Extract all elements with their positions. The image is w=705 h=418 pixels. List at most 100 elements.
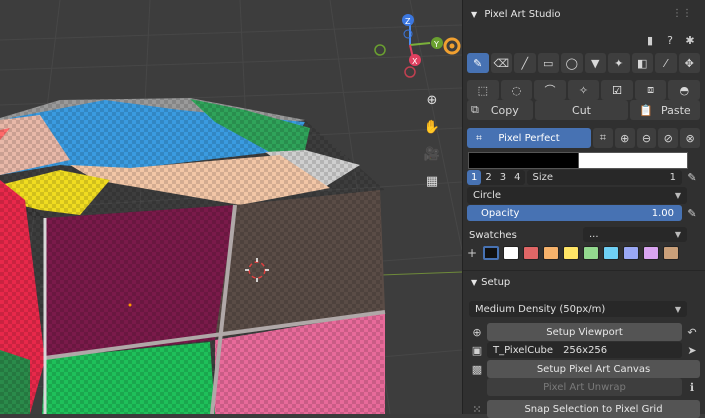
snap-grid-icon: ⁙ (472, 402, 482, 416)
color-swatch[interactable] (583, 246, 599, 260)
paste-button[interactable]: 📋 Paste (630, 100, 700, 120)
invert-select-icon[interactable]: ⧈ (634, 80, 667, 100)
setup-viewport-button[interactable]: Setup Viewport (487, 323, 682, 341)
opacity-row: Opacity 1.00 ✎ (467, 205, 700, 222)
unwrap-row: Pixel Art Unwrap ℹ (469, 378, 700, 396)
pixel-perfect-row: ⌗ Pixel Perfect ⌗ ⊕ ⊖ ⊘ ⊗ (467, 128, 700, 148)
color-swatch[interactable] (663, 246, 679, 260)
cube-left-face (0, 180, 45, 414)
select-all-checkbox[interactable]: ☑ (601, 80, 633, 100)
bucket-fill-icon[interactable]: ▼ (584, 53, 606, 73)
size-preset-2[interactable]: 2 (481, 172, 495, 183)
line-tool-icon[interactable]: ╱ (514, 53, 536, 73)
color-swatch[interactable] (563, 246, 579, 260)
rect-select-icon[interactable]: ⬚ (467, 80, 499, 100)
color-swatch[interactable] (503, 246, 519, 260)
texture-size: 256x256 (563, 344, 608, 356)
magic-wand-icon[interactable]: ✧ (567, 80, 600, 100)
unwrap-button[interactable]: Pixel Art Unwrap (487, 378, 682, 396)
cursor-pick-icon[interactable]: ➤ (684, 342, 700, 358)
camera-icon[interactable]: 🎥 (421, 143, 443, 165)
size-field[interactable]: Size 1 (526, 170, 682, 185)
move-tool-icon[interactable]: ✥ (678, 53, 700, 73)
spray-tool-icon[interactable]: ✦ (608, 53, 630, 73)
gizmo-y-label: Y (433, 40, 439, 49)
drag-handle-icon[interactable]: ⋮⋮ (672, 8, 692, 19)
add-swatch-icon[interactable]: + (467, 246, 479, 260)
setup-canvas-row: ▩ Setup Pixel Art Canvas (469, 360, 700, 378)
copy-button[interactable]: ⧉ Copy (467, 100, 533, 120)
selection-row: ⬚ ◌ ⌒ ✧ ☑ ⧈ ◓ (467, 80, 701, 100)
image-icon: ▣ (471, 343, 483, 357)
color-swatch[interactable] (603, 246, 619, 260)
mirror-grid-icon[interactable]: ⌗ (593, 128, 613, 148)
sidebar-panel: ▼ Pixel Art Studio ⋮⋮ ▮ ? ✱ ✎ ⌫ ╱ ▭ ◯ ▼ … (462, 0, 705, 418)
mirror-x-icon[interactable]: ⊕ (614, 128, 635, 148)
collapse-chevron-icon[interactable]: ▼ (471, 10, 477, 19)
density-dropdown[interactable]: Medium Density (50px/m) ▼ (469, 301, 687, 317)
color-swatch[interactable] (643, 246, 659, 260)
primary-color[interactable] (468, 152, 580, 169)
snap-button[interactable]: Snap Selection to Pixel Grid (487, 400, 700, 418)
rectangle-tool-icon[interactable]: ▭ (537, 53, 559, 73)
brush-shape-value: Circle (473, 190, 502, 201)
setup-header[interactable]: ▼ Setup (471, 277, 510, 288)
texture-field[interactable]: T_PixelCube 256x256 (487, 342, 682, 358)
snap-label: Snap Selection to Pixel Grid (524, 403, 663, 415)
swatches-dropdown[interactable]: ... ▼ (583, 227, 687, 242)
ellipse-select-icon[interactable]: ◌ (500, 80, 533, 100)
pressure-opacity-icon[interactable]: ✎ (684, 205, 700, 222)
brush-shape-dropdown[interactable]: Circle ▼ (467, 187, 687, 204)
texture-row: ▣ T_PixelCube 256x256 ➤ (469, 342, 700, 358)
tool-row: ✎ ⌫ ╱ ▭ ◯ ▼ ✦ ◧ ⁄ ✥ (467, 53, 700, 73)
color-swatch[interactable] (483, 246, 499, 260)
ellipse-tool-icon[interactable]: ◯ (561, 53, 583, 73)
paste-icon: 📋 (639, 103, 653, 117)
swatches-dropdown-value: ... (589, 229, 599, 240)
zoom-icon[interactable]: ⊕ (421, 89, 443, 111)
setup-title: Setup (481, 277, 511, 288)
collapse-chevron-icon: ▼ (471, 278, 478, 287)
mirror-off-icon[interactable]: ⊗ (680, 128, 700, 148)
book-icon[interactable]: ▮ (642, 34, 658, 47)
clipboard-row: ⧉ Copy Cut 📋 Paste (467, 100, 700, 120)
color-swatch[interactable] (543, 246, 559, 260)
mirror-y-icon[interactable]: ⊖ (636, 128, 657, 148)
gradient-tool-icon[interactable]: ◧ (631, 53, 653, 73)
viewport-add-icon: ⊕ (472, 325, 482, 339)
mirror-z-icon[interactable]: ⊘ (658, 128, 679, 148)
secondary-color[interactable] (578, 152, 688, 169)
opacity-slider[interactable]: Opacity 1.00 (467, 205, 682, 221)
setup-viewport-row: ⊕ Setup Viewport ↶ (469, 323, 700, 341)
help-icon[interactable]: ? (662, 34, 678, 47)
3d-viewport[interactable]: Z X Y ⊕ ✋ 🎥 ▦ (0, 0, 462, 414)
navigation-gizmo: Z X Y (374, 14, 461, 78)
size-preset-3[interactable]: 3 (496, 172, 510, 183)
color-swatch[interactable] (623, 246, 639, 260)
color-swatch[interactable] (523, 246, 539, 260)
cube-front-face (42, 190, 386, 414)
undo-icon[interactable]: ↶ (684, 323, 700, 341)
pencil-tool-icon[interactable]: ✎ (467, 53, 489, 73)
size-preset-1[interactable]: 1 (467, 170, 482, 185)
gizmo-x-label: X (412, 57, 418, 66)
bug-icon[interactable]: ✱ (682, 34, 698, 47)
info-icon[interactable]: ℹ (684, 378, 700, 396)
size-preset-4[interactable]: 4 (510, 172, 524, 183)
grid-view-icon[interactable]: ▦ (421, 170, 443, 192)
setup-canvas-button[interactable]: Setup Pixel Art Canvas (487, 360, 700, 378)
cut-button[interactable]: Cut (535, 100, 628, 120)
density-value: Medium Density (50px/m) (475, 303, 606, 315)
lasso-select-icon[interactable]: ⌒ (534, 80, 566, 100)
eraser-tool-icon[interactable]: ⌫ (490, 53, 512, 73)
size-label: Size (532, 172, 554, 183)
half-circle-icon[interactable]: ◓ (668, 80, 701, 100)
pixel-perfect-label: Pixel Perfect (498, 132, 560, 144)
paste-label: Paste (661, 103, 691, 117)
pressure-pen-icon[interactable]: ✎ (684, 170, 700, 185)
swatches-label: Swatches (469, 230, 517, 241)
pan-hand-icon[interactable]: ✋ (421, 116, 443, 138)
pixel-perfect-toggle[interactable]: ⌗ Pixel Perfect (467, 128, 591, 148)
chevron-down-icon: ▼ (674, 304, 681, 314)
eyedropper-icon[interactable]: ⁄ (655, 53, 677, 73)
